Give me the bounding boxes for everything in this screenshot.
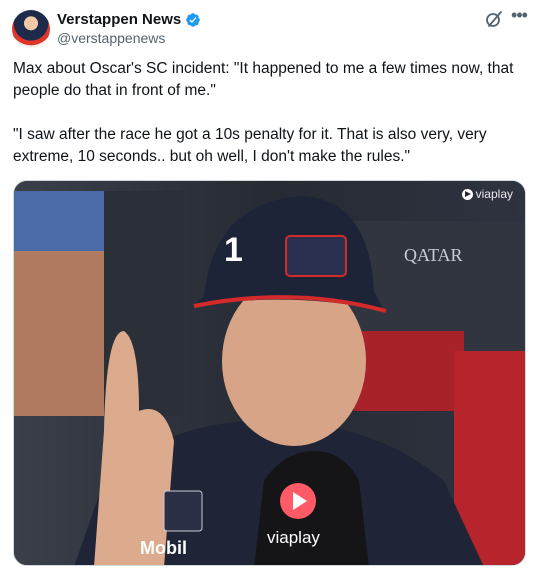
author-avatar[interactable] bbox=[12, 10, 50, 48]
media-image: QATAR 1 Mobil bbox=[14, 181, 525, 565]
svg-text:1: 1 bbox=[224, 231, 243, 269]
tweet-media[interactable]: QATAR 1 Mobil viaplay viaplay bbox=[13, 180, 526, 566]
tweet-paragraph-1: Max about Oscar's SC incident: "It happe… bbox=[13, 60, 514, 99]
svg-text:QATAR: QATAR bbox=[404, 245, 463, 265]
tweet-text: Max about Oscar's SC incident: "It happe… bbox=[13, 58, 527, 190]
viaplay-logo-icon bbox=[461, 188, 473, 200]
viaplay-watermark-text: viaplay bbox=[475, 187, 513, 201]
mic-flag-label: viaplay bbox=[267, 528, 320, 547]
viaplay-watermark: viaplay bbox=[461, 187, 513, 201]
grok-icon[interactable] bbox=[484, 9, 504, 29]
svg-text:Mobil: Mobil bbox=[140, 538, 187, 558]
author-name[interactable]: Verstappen News bbox=[57, 11, 181, 28]
more-icon[interactable]: ••• bbox=[508, 6, 530, 28]
verified-badge-icon bbox=[186, 12, 201, 27]
author-name-row[interactable]: Verstappen News bbox=[57, 11, 201, 28]
tweet-paragraph-2: "I saw after the race he got a 10s penal… bbox=[13, 126, 487, 165]
author-handle[interactable]: @verstappenews bbox=[57, 30, 165, 46]
